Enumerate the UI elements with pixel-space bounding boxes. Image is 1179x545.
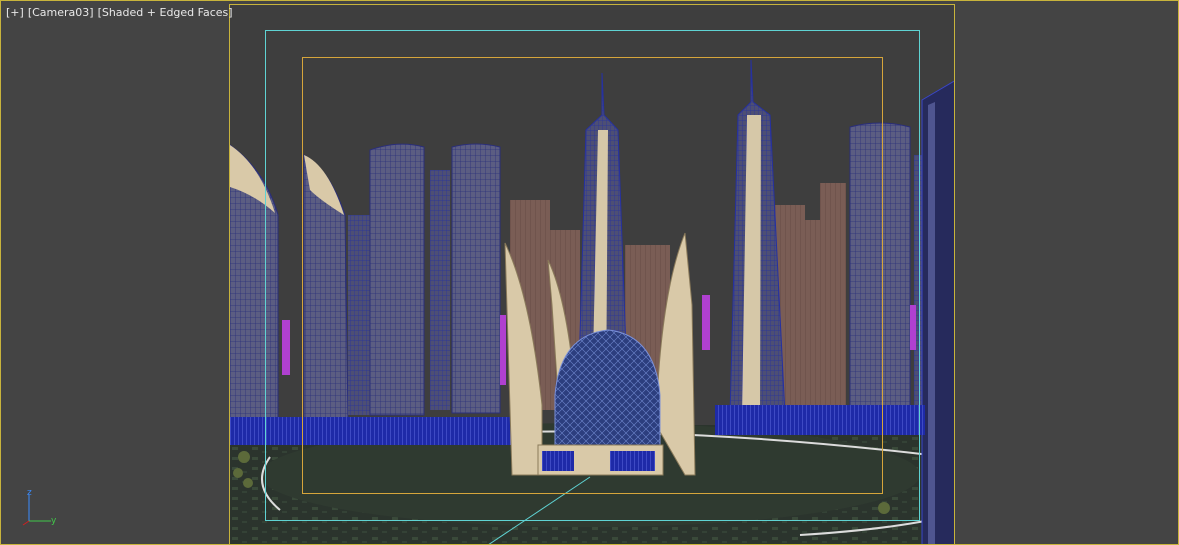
landmark-windows (610, 451, 655, 471)
x-axis-line (22, 520, 30, 526)
tree (238, 451, 250, 463)
axis-tripod-icon: z y (22, 488, 57, 526)
tree (233, 468, 243, 478)
building (451, 143, 501, 414)
building (348, 215, 370, 415)
podium-right (715, 405, 925, 435)
building (914, 155, 922, 415)
neon-strip (702, 295, 710, 350)
building-foreground-edge (928, 102, 935, 544)
camera-viewport[interactable]: [+] [Camera03] [Shaded + Edged Faces] z … (0, 0, 1179, 545)
glass-dome (554, 329, 661, 451)
viewport-shading-label[interactable]: [Shaded + Edged Faces] (98, 6, 233, 20)
neon-strip (282, 320, 290, 375)
building (820, 183, 846, 408)
camera-render-region[interactable] (229, 4, 955, 544)
y-axis-label: y (51, 516, 57, 526)
viewport-camera-label[interactable]: [Camera03] (28, 6, 94, 20)
landmark-windows (542, 451, 574, 471)
building (430, 170, 450, 410)
building-foreground (921, 80, 954, 544)
neon-strip (910, 305, 916, 350)
viewport-label: [+] [Camera03] [Shaded + Edged Faces] (6, 6, 233, 20)
city-scene (230, 59, 954, 544)
building (369, 143, 425, 416)
podium-left (230, 417, 530, 445)
z-axis-label: z (27, 488, 32, 498)
building (849, 122, 911, 421)
tree (878, 502, 890, 514)
neon-strip (500, 315, 506, 385)
viewport-menu-plus[interactable]: [+] (6, 6, 24, 20)
tree (243, 478, 253, 488)
